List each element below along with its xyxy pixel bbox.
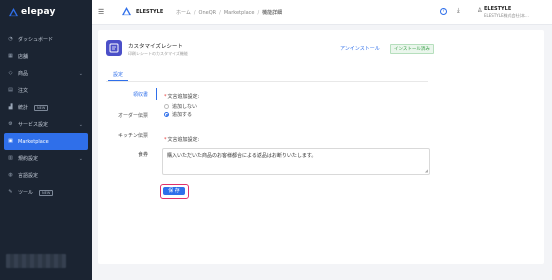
- sidebar-item-marketplace[interactable]: ▣ Marketplace: [4, 133, 88, 150]
- tab-settings[interactable]: 設定: [113, 71, 123, 78]
- sidebar-item-label: 規約設定: [18, 156, 39, 162]
- brand-name: elepay: [21, 7, 56, 17]
- breadcrumb: ホーム / OneQR / Marketplace / 機能詳細: [176, 10, 283, 16]
- settings-icon: ⚙: [8, 121, 13, 127]
- save-button[interactable]: 保 存: [163, 187, 185, 195]
- sidebar-item-tools[interactable]: ✎ ツール NEW: [0, 184, 92, 201]
- chevron-down-icon: ⌄: [78, 156, 83, 162]
- globe-icon: ◍: [8, 172, 13, 178]
- radio-circle: [164, 112, 169, 117]
- sidebar-item-label: ダッシュボード: [18, 37, 54, 43]
- chevron-down-icon: ⌄: [78, 122, 83, 128]
- vtab-meal-ticket[interactable]: 食券: [98, 151, 148, 158]
- sidebar-item-terms[interactable]: ▥ 規約設定 ⌄: [0, 150, 92, 167]
- tag-icon: ◇: [8, 70, 13, 76]
- uninstall-link[interactable]: アンインストール: [340, 45, 380, 52]
- tab-divider: [106, 81, 428, 82]
- tab-active-indicator: [108, 80, 128, 81]
- sidebar-item-label: ツール: [18, 190, 34, 196]
- store-logo-icon: [122, 7, 131, 16]
- sidebar-item-service-settings[interactable]: ⚙ サービス設定 ⌄: [0, 116, 92, 133]
- new-badge: NEW: [39, 189, 54, 196]
- text-setting-label: *文言追加設定:: [164, 137, 200, 143]
- radio-add[interactable]: 追加する: [164, 111, 192, 118]
- receipt-icon: [109, 43, 119, 53]
- additional-text-textarea[interactable]: 購入いただいた商品のお客様都合による返品はお断りいたします。 ◢: [162, 148, 430, 175]
- breadcrumb-current: 機能詳細: [262, 10, 283, 16]
- vtab-kitchen-slip[interactable]: キッチン伝票: [98, 132, 148, 139]
- document-icon: ▥: [8, 155, 13, 161]
- app-icon: [106, 40, 122, 56]
- help-icon[interactable]: ?: [440, 8, 447, 15]
- sidebar-item-label: サービス設定: [18, 122, 49, 128]
- user-company: ELESTYLE株式会社(本...: [484, 13, 529, 18]
- resize-handle-icon[interactable]: ◢: [425, 168, 428, 173]
- vtab-active-indicator: [156, 88, 157, 100]
- user-icon[interactable]: ♙: [477, 7, 482, 14]
- sidebar-item-label: 商品: [18, 71, 29, 77]
- sidebar-item-products[interactable]: ◇ 商品 ⌄: [0, 65, 92, 82]
- logo[interactable]: elepay: [9, 6, 56, 18]
- sidebar-nav: ◔ ダッシュボード ▦ 店舗 ◇ 商品 ⌄ ▤ 注文 ▟ 統計 NEW ⚙ サー…: [0, 31, 92, 201]
- sidebar-item-stats[interactable]: ▟ 統計 NEW: [0, 99, 92, 116]
- sidebar-item-label: 統計: [18, 105, 29, 111]
- app-description: 印刷レシートのカスタマイズ機能: [128, 51, 188, 56]
- menu-toggle-icon[interactable]: ☰: [98, 8, 104, 16]
- topbar: ☰ ELESTYLE ホーム / OneQR / Marketplace / 機能詳細 ? …: [92, 0, 552, 25]
- breadcrumb-home[interactable]: ホーム: [176, 10, 191, 16]
- additional-text-label: *文言追加設定:: [164, 94, 200, 100]
- store-name[interactable]: ELESTYLE: [136, 9, 163, 15]
- chevron-down-icon: ⌄: [78, 71, 83, 77]
- user-name[interactable]: ELESTYLE: [484, 6, 511, 12]
- installed-badge: インストール済み: [390, 44, 434, 54]
- sidebar-item-language[interactable]: ◍ 言語設定: [0, 167, 92, 184]
- radio-no-add[interactable]: 追加しない: [164, 103, 197, 110]
- receipt-icon: ▤: [8, 87, 13, 93]
- sidebar-item-label: 注文: [18, 88, 29, 94]
- new-badge: NEW: [34, 104, 49, 111]
- save-button-highlight: 保 存: [160, 184, 189, 199]
- sidebar-item-orders[interactable]: ▤ 注文: [0, 82, 92, 99]
- sidebar-item-dashboard[interactable]: ◔ ダッシュボード: [0, 31, 92, 48]
- sidebar-item-label: 店舗: [18, 54, 29, 60]
- vtab-receipt[interactable]: 領収書: [98, 91, 148, 98]
- chart-icon: ▟: [8, 104, 13, 110]
- sidebar-item-store[interactable]: ▦ 店舗: [0, 48, 92, 65]
- app-title: カスタマイズレシート: [128, 44, 183, 50]
- sidebar-item-label: Marketplace: [18, 138, 49, 145]
- vtab-order-slip[interactable]: オーダー伝票: [98, 112, 148, 119]
- breadcrumb-oneqr[interactable]: OneQR: [199, 10, 217, 16]
- breadcrumb-marketplace[interactable]: Marketplace: [224, 10, 255, 16]
- blurred-account-info: [6, 254, 66, 268]
- sidebar: elepay ◔ ダッシュボード ▦ 店舗 ◇ 商品 ⌄ ▤ 注文 ▟ 統計 N…: [0, 0, 92, 280]
- dashboard-icon: ◔: [8, 36, 13, 42]
- elepay-logo-icon: [9, 7, 18, 16]
- sidebar-item-label: 言語設定: [18, 173, 39, 179]
- marketplace-icon: ▣: [8, 138, 13, 144]
- download-icon[interactable]: ⤓: [457, 7, 460, 15]
- store-icon: ▦: [8, 53, 13, 59]
- tool-icon: ✎: [8, 189, 13, 195]
- radio-circle: [164, 104, 169, 109]
- app-detail-card: カスタマイズレシート 印刷レシートのカスタマイズ機能 アンインストール インスト…: [98, 30, 544, 264]
